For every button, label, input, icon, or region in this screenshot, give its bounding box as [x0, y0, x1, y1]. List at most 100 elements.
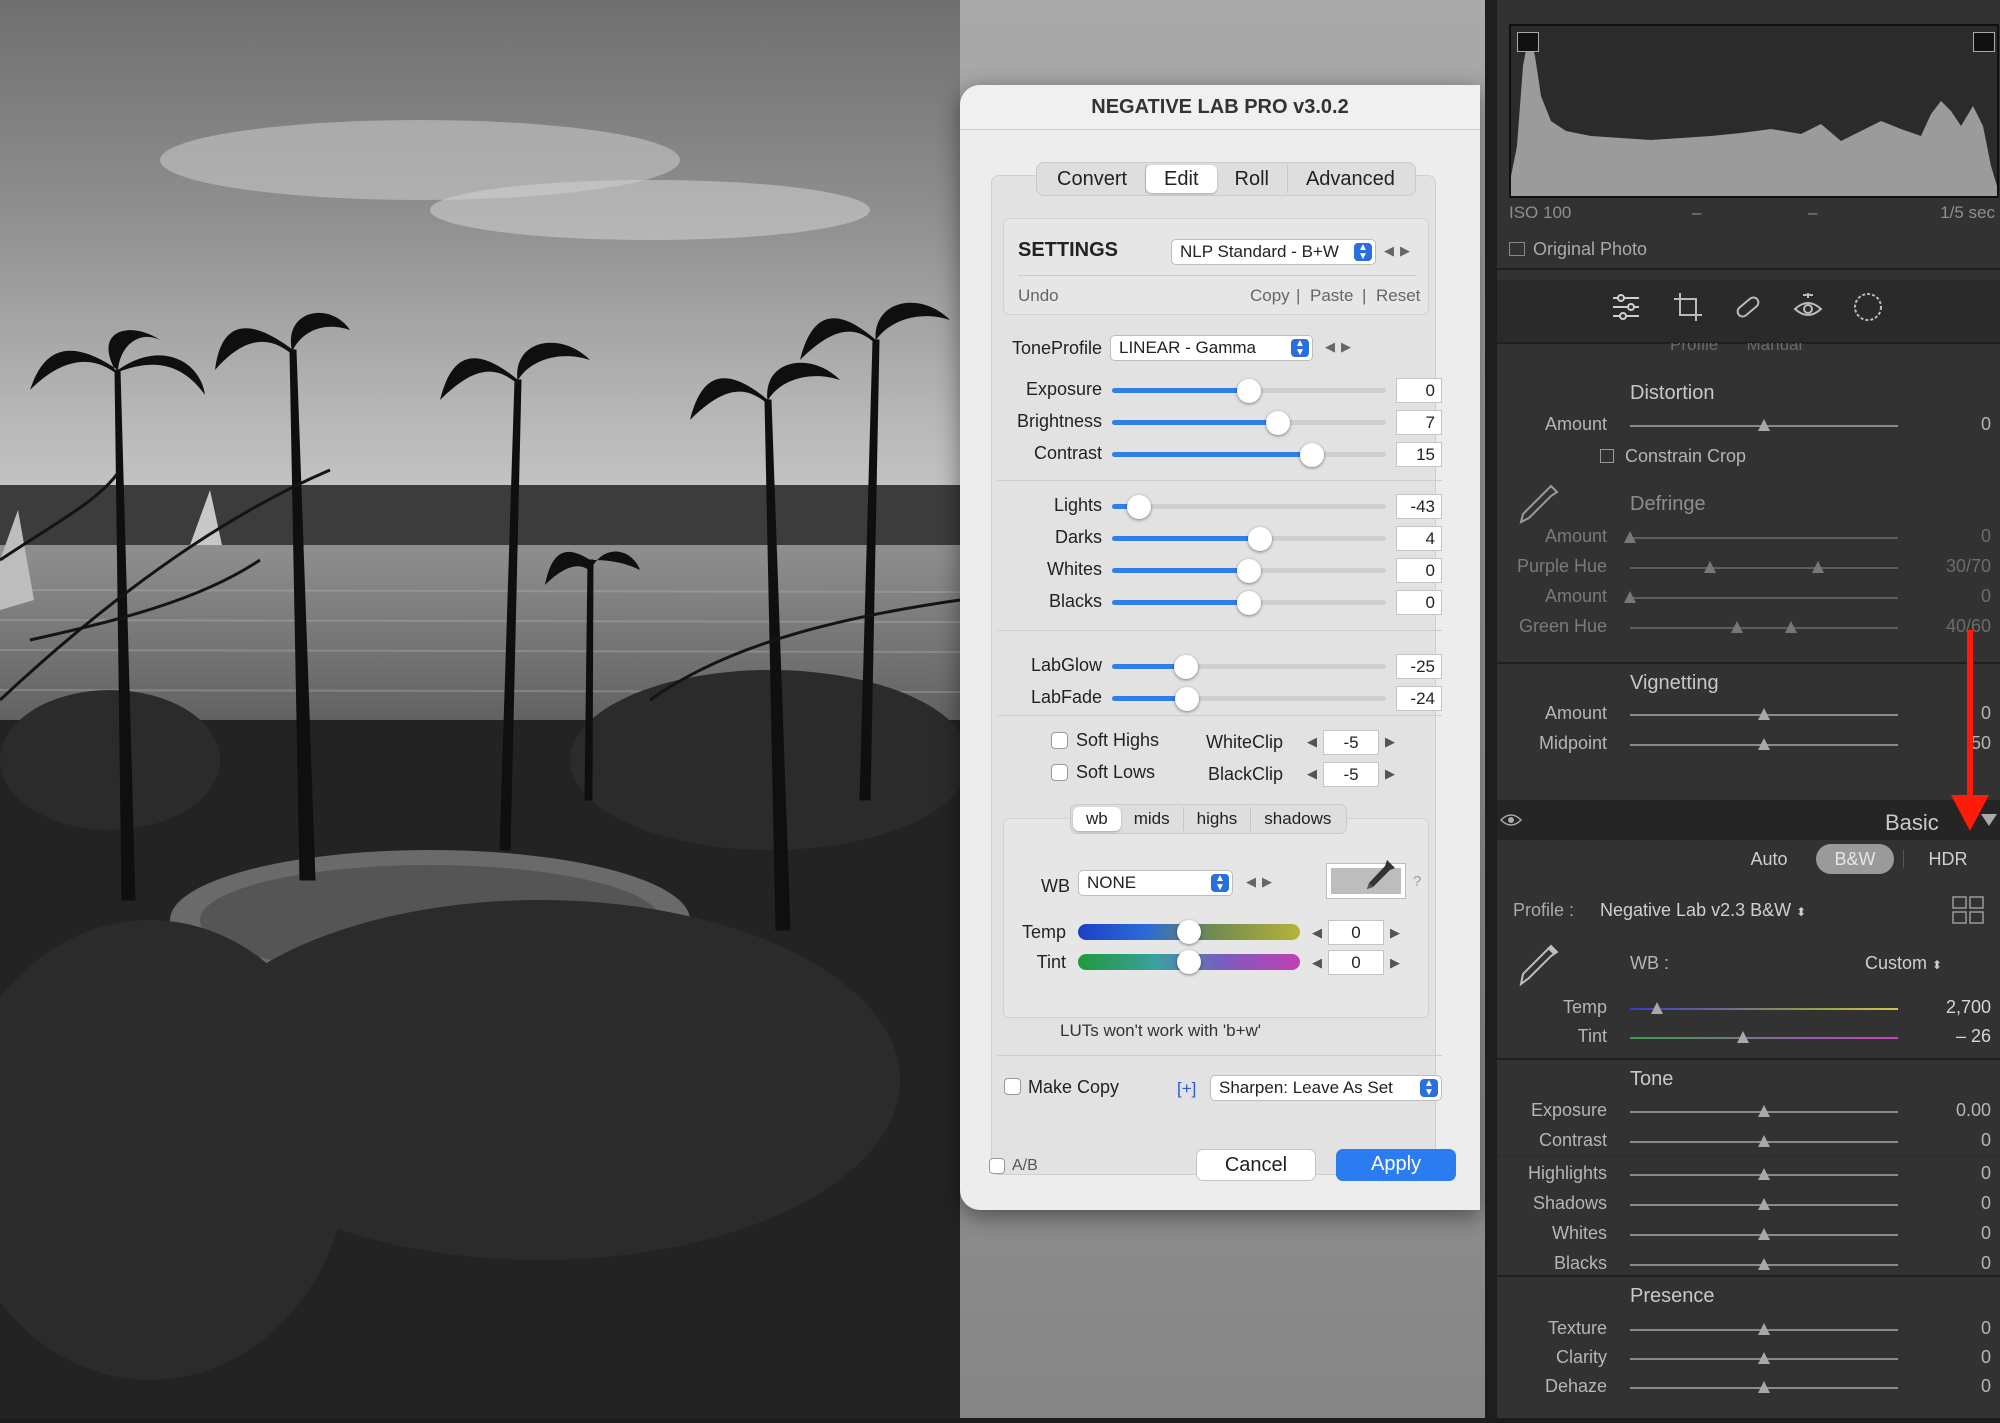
slider-track[interactable] [1112, 527, 1386, 551]
lr-slider-track[interactable] [1624, 531, 1898, 543]
tint-value[interactable]: – 26 [1917, 1026, 1991, 1047]
bw-button[interactable]: B&W [1816, 844, 1894, 874]
slider-knob[interactable] [1624, 531, 1636, 543]
slider-knob[interactable] [1811, 561, 1824, 573]
temp-slider[interactable] [1078, 920, 1300, 944]
slider-track[interactable] [1112, 443, 1386, 467]
auto-button[interactable]: Auto [1739, 844, 1799, 874]
next-arrow-icon[interactable]: ▶ [1262, 874, 1278, 889]
slider-knob[interactable] [1784, 621, 1797, 633]
decrement-arrow-icon[interactable]: ◀ [1312, 925, 1322, 941]
slider-track[interactable] [1112, 379, 1386, 403]
slider-knob[interactable] [1704, 561, 1717, 573]
slider-knob[interactable] [1758, 1228, 1770, 1240]
profile-select[interactable]: Negative Lab v2.3 B&W ⬍ [1600, 900, 1806, 921]
slider-value[interactable]: 15 [1396, 442, 1442, 467]
tint-slider[interactable] [1630, 1031, 1898, 1043]
wb-select[interactable]: Custom ⬍ [1865, 953, 1942, 974]
lr-slider-value[interactable]: 0 [1917, 703, 1991, 724]
slider-knob[interactable] [1731, 621, 1744, 633]
slider-value[interactable]: -43 [1396, 494, 1442, 519]
blackclip-value[interactable]: -5 [1323, 762, 1379, 787]
slider-track[interactable] [1112, 411, 1386, 435]
shadow-clipping-icon[interactable] [1517, 32, 1539, 52]
temp-value[interactable]: 2,700 [1917, 997, 1991, 1018]
slider-knob[interactable] [1237, 559, 1261, 583]
tint-value[interactable]: 0 [1328, 950, 1384, 975]
distortion-amount-slider[interactable] [1630, 419, 1898, 431]
lr-slider-track[interactable] [1630, 1258, 1898, 1270]
slider-knob[interactable] [1758, 1258, 1770, 1270]
prev-arrow-icon[interactable]: ◀ [1246, 874, 1262, 889]
slider-knob[interactable] [1758, 1168, 1770, 1180]
lr-slider-track[interactable] [1630, 708, 1898, 720]
lr-slider-track[interactable] [1630, 738, 1898, 750]
prev-arrow-icon[interactable]: ◀ [1325, 339, 1341, 354]
lr-slider-value[interactable]: 50 [1917, 733, 1991, 754]
lr-slider-value[interactable]: 0 [1917, 1130, 1991, 1151]
increment-arrow-icon[interactable]: ▶ [1390, 925, 1400, 941]
slider-value[interactable]: 0 [1396, 558, 1442, 583]
crop-icon[interactable] [1671, 290, 1705, 324]
lr-slider-track[interactable] [1630, 1228, 1898, 1240]
lr-slider-track[interactable] [1630, 561, 1898, 573]
wb-select[interactable]: NONE ▲ ▼ [1078, 870, 1233, 896]
make-copy-checkbox[interactable] [1004, 1078, 1021, 1095]
apply-button[interactable]: Apply [1336, 1149, 1456, 1181]
preset-select[interactable]: NLP Standard - B+W ▲ ▼ [1171, 239, 1376, 265]
tab-advanced[interactable]: Advanced [1288, 165, 1413, 193]
ab-checkbox[interactable] [989, 1158, 1005, 1174]
wb-prev-next[interactable]: ◀▶ [1246, 874, 1278, 890]
slider-knob[interactable] [1624, 591, 1636, 603]
eye-visibility-icon[interactable] [1500, 812, 1522, 828]
eyedropper-icon[interactable] [1513, 480, 1561, 528]
slider-knob[interactable] [1265, 411, 1290, 435]
slider-knob[interactable] [1758, 738, 1770, 750]
slider-knob[interactable] [1758, 1198, 1770, 1210]
reset-link[interactable]: Reset [1376, 286, 1420, 306]
tab-roll[interactable]: Roll [1217, 165, 1288, 193]
slider-track[interactable] [1112, 655, 1386, 679]
tab-mids[interactable]: mids [1121, 807, 1184, 831]
lr-slider-value[interactable]: 0 [1917, 1376, 1991, 1397]
slider-value[interactable]: -25 [1396, 654, 1442, 679]
soft-highs-checkbox[interactable] [1051, 732, 1068, 749]
lr-slider-track[interactable] [1630, 1168, 1898, 1180]
soft-lows-checkbox[interactable] [1051, 764, 1068, 781]
lr-slider-track[interactable] [1630, 1198, 1898, 1210]
lr-slider-value[interactable]: 0.00 [1917, 1100, 1991, 1121]
lr-slider-value[interactable]: 30/70 [1917, 556, 1991, 577]
slider-knob[interactable] [1758, 1323, 1770, 1335]
temp-value[interactable]: 0 [1328, 920, 1384, 945]
slider-value[interactable]: 4 [1396, 526, 1442, 551]
prev-arrow-icon[interactable]: ◀ [1384, 243, 1400, 258]
lr-slider-track[interactable] [1630, 621, 1898, 633]
slider-track[interactable] [1112, 591, 1386, 615]
slider-knob[interactable] [1173, 655, 1198, 679]
toneprofile-select[interactable]: LINEAR - Gamma ▲ ▼ [1110, 335, 1313, 361]
whiteclip-value[interactable]: -5 [1323, 730, 1379, 755]
slider-knob[interactable] [1758, 708, 1770, 720]
slider-value[interactable]: 0 [1396, 590, 1442, 615]
sharpen-select[interactable]: Sharpen: Leave As Set ▲ ▼ [1210, 1075, 1442, 1101]
lr-slider-track[interactable] [1630, 1381, 1898, 1393]
slider-knob[interactable] [1758, 1105, 1770, 1117]
decrement-arrow-icon[interactable]: ◀ [1312, 955, 1322, 971]
temp-slider[interactable] [1630, 1002, 1898, 1014]
lr-slider-value[interactable]: 0 [1917, 1318, 1991, 1339]
slider-track[interactable] [1112, 687, 1386, 711]
healing-icon[interactable] [1731, 290, 1765, 324]
tab-edit[interactable]: Edit [1146, 165, 1217, 193]
slider-track[interactable] [1112, 559, 1386, 583]
slider-knob[interactable] [1736, 1031, 1749, 1043]
decrement-arrow-icon[interactable]: ◀ [1307, 766, 1317, 782]
slider-knob[interactable] [1237, 379, 1261, 403]
slider-knob[interactable] [1237, 591, 1261, 615]
lr-slider-track[interactable] [1630, 1105, 1898, 1117]
preset-prev-next[interactable]: ◀▶ [1384, 243, 1416, 259]
sliders-icon[interactable] [1609, 290, 1643, 324]
lr-slider-track[interactable] [1630, 1352, 1898, 1364]
wb-eyedropper-icon[interactable] [1513, 940, 1561, 990]
slider-knob[interactable] [1300, 443, 1325, 467]
temp-slider-knob[interactable] [1177, 920, 1201, 944]
